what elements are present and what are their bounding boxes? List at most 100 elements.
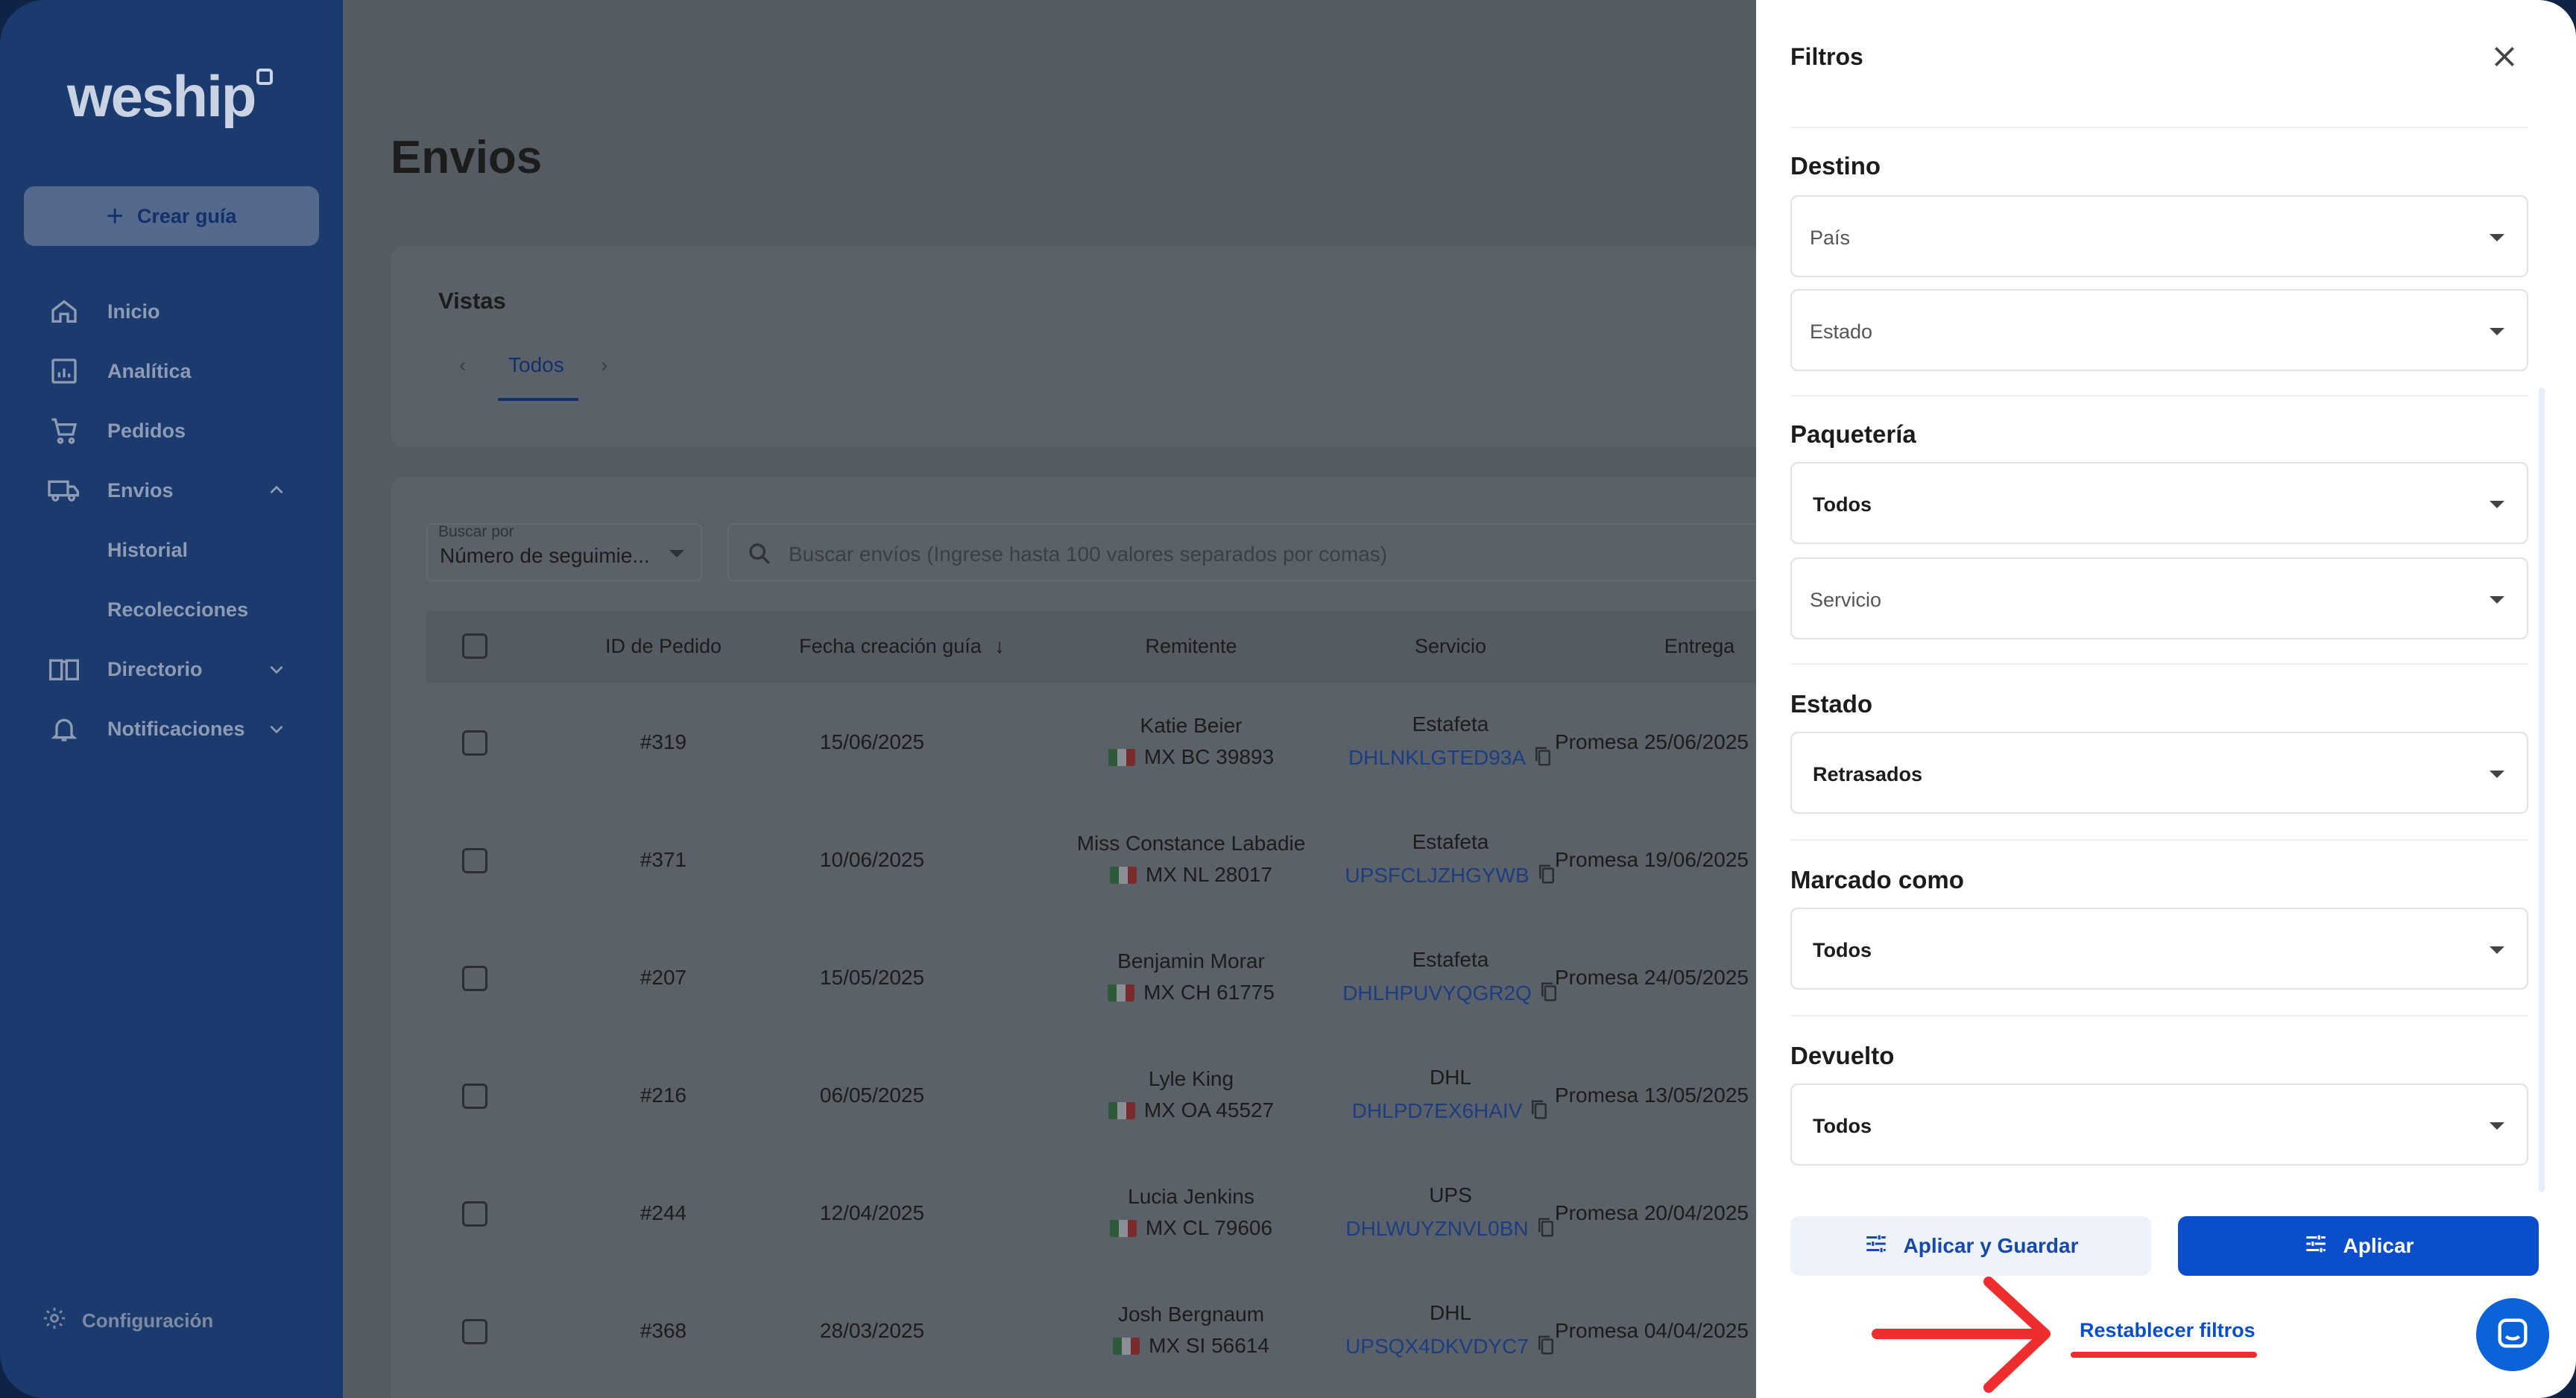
mexico-flag-icon [1113, 1337, 1140, 1355]
country-select-value: País [1810, 227, 1851, 249]
tracking-number-text[interactable]: DHLPD7EX6HAIV [1352, 1099, 1523, 1122]
sidebar-item-inicio[interactable]: Inicio [0, 289, 343, 334]
chevron-down-icon[interactable] [265, 718, 288, 740]
order-id[interactable]: #371 [578, 848, 748, 872]
create-guide-button[interactable]: + Crear guía [24, 186, 319, 246]
sender-location-text: MX BC 39893 [1143, 745, 1275, 768]
sliders-icon [2303, 1231, 2329, 1262]
creation-date: 15/06/2025 [819, 730, 925, 753]
sidebar-item-label: Directorio [107, 657, 203, 680]
row-checkbox[interactable] [462, 848, 487, 873]
chevron-left-icon[interactable]: ‹ [459, 353, 466, 377]
order-id[interactable]: #244 [578, 1201, 748, 1225]
mexico-flag-icon [1108, 984, 1135, 1002]
carrier-select[interactable]: Todos [1790, 462, 2528, 544]
country-select[interactable]: País [1790, 195, 2528, 277]
tab-todos[interactable]: Todos [508, 353, 564, 377]
state-select[interactable]: Estado [1790, 289, 2528, 371]
views-card [391, 246, 1756, 447]
mexico-flag-icon [1109, 866, 1137, 884]
plus-icon: + [106, 200, 124, 233]
apply-and-save-button[interactable]: Aplicar y Guardar [1790, 1216, 2151, 1276]
sliders-icon [1863, 1231, 1889, 1262]
search-input[interactable]: Buscar envíos (Ingrese hasta 100 valores… [727, 523, 1756, 581]
close-icon[interactable] [2490, 42, 2519, 72]
search-by-label: Buscar por [438, 523, 514, 540]
tracking-number-text[interactable]: DHLNKLGTED93A [1348, 746, 1526, 769]
copy-icon[interactable] [1530, 1098, 1549, 1126]
sender-name: Lyle King [1148, 1067, 1234, 1090]
order-id[interactable]: #216 [578, 1084, 748, 1107]
mexico-flag-icon [1108, 1101, 1135, 1119]
scrollbar[interactable] [2539, 388, 2545, 1192]
order-id[interactable]: #207 [578, 966, 748, 990]
chat-icon [2493, 1314, 2532, 1356]
column-header-sender[interactable]: Remitente [1042, 635, 1340, 658]
arrow-down-icon: ↓ [994, 635, 1005, 657]
delivery-promise: Promesa 19/06/2025 [1555, 848, 1749, 871]
search-placeholder: Buscar envíos (Ingrese hasta 100 valores… [789, 543, 1388, 566]
annotation-underline [2071, 1352, 2257, 1358]
apply-label: Aplicar [2343, 1234, 2414, 1257]
views-label: Vistas [438, 288, 506, 314]
reset-filters-link[interactable]: Restablecer filtros [2080, 1319, 2255, 1342]
column-header-id[interactable]: ID de Pedido [578, 635, 748, 658]
order-id[interactable]: #319 [578, 730, 748, 754]
row-checkbox[interactable] [462, 966, 487, 991]
order-id[interactable]: #368 [578, 1319, 748, 1343]
create-guide-label: Crear guía [136, 204, 237, 227]
configuration-link[interactable]: Configuración [42, 1306, 213, 1336]
sender-location: MX OA 45527 [1042, 1098, 1340, 1122]
tracking-number-text[interactable]: UPSQX4DKVDYC7 [1345, 1335, 1529, 1358]
section-title-estado: Estado [1790, 690, 1873, 718]
copy-icon[interactable] [1537, 863, 1556, 891]
sidebar-item-analitica[interactable]: Analítica [0, 349, 343, 393]
search-by-select[interactable]: Buscar por Número de seguimie... [426, 523, 702, 581]
row-checkbox[interactable] [462, 1201, 487, 1227]
section-title-marcado: Marcado como [1790, 866, 1964, 893]
tracking-number-text[interactable]: DHLWUYZNVL0BN [1345, 1217, 1528, 1240]
sidebar-item-label: Analítica [107, 359, 192, 382]
tracking-number-text[interactable]: DHLHPUVYQGR2Q [1342, 981, 1532, 1005]
filters-title: Filtros [1790, 43, 1863, 70]
cart-icon [48, 414, 80, 447]
sidebar-item-label: Notificaciones [107, 717, 245, 740]
sidebar-item-recolecciones[interactable]: Recolecciones [0, 587, 343, 632]
marked-as-select-value: Todos [1813, 939, 1872, 961]
annotation-arrow-icon [1872, 1277, 2051, 1393]
sidebar-item-historial[interactable]: Historial [0, 528, 343, 572]
column-header-date[interactable]: Fecha creación guía ↓ [768, 635, 1036, 658]
tracking-number-text[interactable]: UPSFCLJZHGYWB [1345, 864, 1529, 887]
apply-button[interactable]: Aplicar [2178, 1216, 2539, 1276]
returned-select[interactable]: Todos [1790, 1084, 2528, 1165]
search-icon [747, 541, 772, 570]
sidebar: weship + Crear guía Inicio Analítica Ped… [0, 0, 343, 1398]
sidebar-item-envios[interactable]: Envios [0, 468, 343, 513]
copy-icon[interactable] [1533, 745, 1553, 773]
select-all-checkbox[interactable] [462, 633, 487, 659]
service-select[interactable]: Servicio [1790, 557, 2528, 639]
chevron-right-icon[interactable]: › [601, 353, 607, 377]
page-title: Envios [391, 132, 543, 183]
sidebar-item-directorio[interactable]: Directorio [0, 647, 343, 692]
state-select-value: Estado [1810, 320, 1873, 343]
column-header-date-label: Fecha creación guía [799, 635, 982, 657]
section-title-devuelto: Devuelto [1790, 1042, 1895, 1069]
chart-icon [48, 355, 80, 388]
mexico-flag-icon [1108, 748, 1135, 766]
copy-icon[interactable] [1536, 1216, 1556, 1244]
chevron-up-icon[interactable] [265, 479, 288, 502]
column-header-delivery[interactable]: Entrega [1550, 635, 1756, 658]
row-checkbox[interactable] [462, 1084, 487, 1109]
row-checkbox[interactable] [462, 730, 487, 756]
copy-icon[interactable] [1536, 1334, 1556, 1361]
marked-as-select[interactable]: Todos [1790, 908, 2528, 990]
sender-location: MX BC 39893 [1042, 745, 1340, 769]
sidebar-item-notificaciones[interactable]: Notificaciones [0, 706, 343, 751]
sidebar-item-pedidos[interactable]: Pedidos [0, 408, 343, 453]
chat-launcher-button[interactable] [2476, 1298, 2549, 1371]
row-checkbox[interactable] [462, 1319, 487, 1344]
weship-logo[interactable]: weship [67, 63, 256, 130]
status-select[interactable]: Retrasados [1790, 732, 2528, 814]
chevron-down-icon[interactable] [265, 658, 288, 680]
